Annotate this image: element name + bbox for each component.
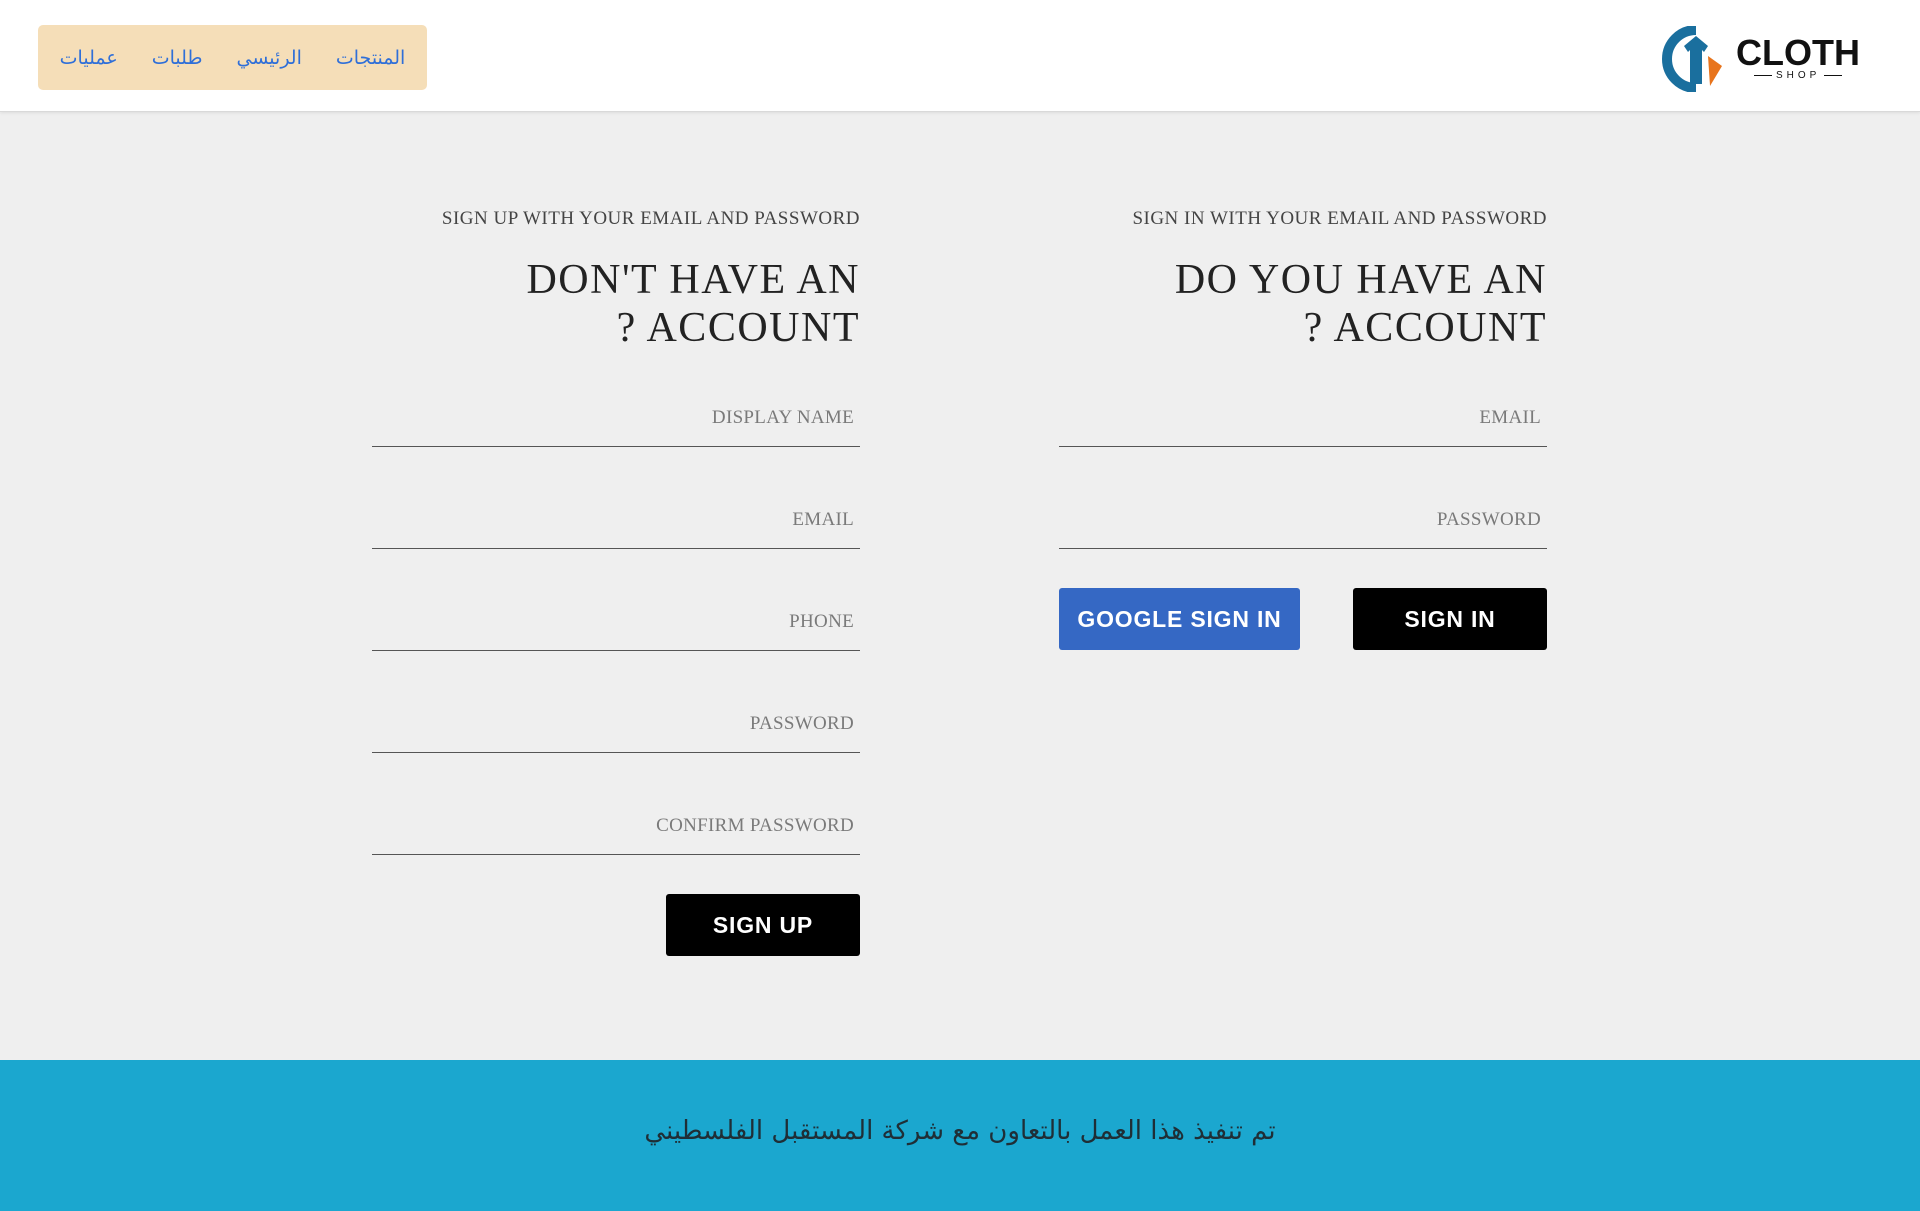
signup-password-field-wrapper — [372, 698, 860, 753]
sign-up-button[interactable]: SIGN UP — [666, 894, 860, 956]
nav-link-operations[interactable]: عمليات — [60, 47, 118, 69]
signin-fields — [1059, 392, 1547, 549]
top-header: عمليات طلبات الرئيسي المنتجات CLOTH SHOP — [0, 0, 1920, 112]
signin-panel: SIGN IN WITH YOUR EMAIL AND PASSWORD DO … — [1059, 200, 1547, 650]
signup-password-input[interactable] — [372, 698, 860, 750]
page-footer: تم تنفيذ هذا العمل بالتعاون مع شركة المس… — [0, 1060, 1920, 1211]
signin-subtitle: SIGN IN WITH YOUR EMAIL AND PASSWORD — [1132, 208, 1547, 229]
signup-title-line2: ? ACCOUNT — [616, 305, 860, 351]
shirt-hanger-logo-icon — [1662, 26, 1722, 92]
sign-in-button[interactable]: SIGN IN — [1353, 588, 1547, 650]
signin-password-field-wrapper — [1059, 494, 1547, 549]
phone-input[interactable] — [372, 596, 860, 648]
signup-fields — [372, 392, 860, 855]
signup-email-field-wrapper — [372, 494, 860, 549]
signup-email-input[interactable] — [372, 494, 860, 546]
signup-actions: SIGN UP — [372, 894, 860, 956]
signin-title-line1: DO YOU HAVE AN — [1174, 257, 1547, 303]
nav-link-home[interactable]: الرئيسي — [237, 47, 302, 69]
google-sign-in-button[interactable]: GOOGLE SIGN IN — [1059, 588, 1300, 650]
signin-password-input[interactable] — [1059, 494, 1547, 546]
nav-link-products[interactable]: المنتجات — [336, 47, 405, 69]
signin-email-input[interactable] — [1059, 392, 1547, 444]
signin-title: DO YOU HAVE AN ? ACCOUNT — [1059, 256, 1547, 352]
signin-title-line2: ? ACCOUNT — [1303, 305, 1547, 351]
signin-actions: GOOGLE SIGN IN SIGN IN — [1059, 588, 1547, 650]
signup-title: DON'T HAVE AN ? ACCOUNT — [372, 256, 860, 352]
signup-subtitle: SIGN UP WITH YOUR EMAIL AND PASSWORD — [441, 208, 860, 229]
logo-subtitle: SHOP — [1750, 70, 1846, 81]
signup-panel: SIGN UP WITH YOUR EMAIL AND PASSWORD DON… — [372, 200, 860, 956]
signup-title-line1: DON'T HAVE AN — [526, 257, 860, 303]
display-name-input[interactable] — [372, 392, 860, 444]
footer-credit-text: تم تنفيذ هذا العمل بالتعاون مع شركة المس… — [644, 1115, 1276, 1146]
brand-logo[interactable]: CLOTH SHOP — [1662, 26, 1860, 92]
main-nav: عمليات طلبات الرئيسي المنتجات — [38, 25, 427, 90]
confirm-password-field-wrapper — [372, 800, 860, 855]
signin-email-field-wrapper — [1059, 392, 1547, 447]
display-name-field-wrapper — [372, 392, 860, 447]
logo-wordmark: CLOTH — [1736, 32, 1860, 73]
nav-link-orders[interactable]: طلبات — [152, 47, 203, 69]
confirm-password-input[interactable] — [372, 800, 860, 852]
phone-field-wrapper — [372, 596, 860, 651]
